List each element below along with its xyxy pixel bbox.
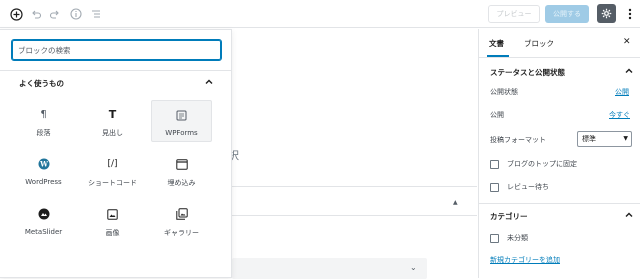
block-label: 画像 [105,229,120,237]
block-item-embed[interactable]: 埋め込み [151,150,212,192]
publish-label: 公開 [490,111,504,119]
divider [0,70,232,71]
chevron-down-icon: ▼ [623,135,628,142]
undo-icon[interactable] [28,6,44,22]
block-search-field[interactable] [11,39,222,61]
embed-icon [175,157,189,171]
wpforms-icon [175,108,189,122]
block-item-metaslider[interactable]: MetaSlider [13,200,74,242]
chevron-up-icon[interactable] [624,210,634,220]
block-label: ショートコード [88,179,137,187]
editor-select[interactable] [232,258,427,279]
publish-button[interactable]: 公開する [545,5,589,23]
block-item-shortcode[interactable]: [/] ショートコード [82,150,143,192]
block-label: 段落 [36,129,51,137]
block-label: 見出し [102,129,123,137]
gallery-icon [175,207,189,221]
editor-toolbar: プレビュー 公開する [0,0,640,28]
pending-review-label: レビュー待ち [507,183,549,191]
add-block-icon[interactable] [8,6,24,22]
block-label: ギャラリー [164,229,199,237]
section-title-frequently-used[interactable]: よく使うもの [19,78,64,89]
add-new-category-link[interactable]: 新規カテゴリーを追加 [490,255,560,265]
panel-title-categories[interactable]: カテゴリー [490,211,528,222]
sticky-label: ブログのトップに固定 [507,160,577,168]
category-uncategorized-checkbox[interactable] [490,233,499,243]
shortcode-icon: [/] [107,159,118,169]
block-label: MetaSlider [24,228,63,236]
redo-icon[interactable] [47,6,63,22]
block-item-image[interactable]: 画像 [82,200,143,242]
tab-block[interactable]: ブロック [524,38,554,49]
block-search-input[interactable] [12,40,221,60]
block-item-paragraph[interactable]: ¶ 段落 [13,100,74,142]
tab-document[interactable]: 文書 [489,38,504,49]
category-uncategorized-row[interactable]: 未分類 [490,233,528,243]
visibility-label: 公開状態 [490,88,518,96]
publish-date-link[interactable]: 今すぐ [609,110,630,120]
preview-button[interactable]: プレビュー [488,5,540,23]
active-tab-indicator [487,55,509,57]
chevron-up-icon[interactable]: ▲ [453,199,458,206]
heading-icon: T [108,107,117,121]
post-format-select[interactable]: 標準 ▼ [577,131,632,147]
chevron-down-icon: ⌄ [410,263,417,272]
sidebar-tabs: 文書 ブロック ✕ [479,29,640,58]
svg-text:W: W [39,160,48,169]
sticky-checkbox-row[interactable]: ブログのトップに固定 [490,159,577,169]
block-label: WordPress [25,178,62,186]
settings-sidebar: 文書 ブロック ✕ ステータスと公開状態 公開状態 公開 公開 今すぐ 投稿フォ… [478,29,640,278]
gear-icon[interactable] [597,4,616,23]
metaslider-icon [37,207,51,221]
post-format-label: 投稿フォーマット [490,136,546,144]
sticky-checkbox[interactable] [490,159,499,169]
pending-review-checkbox[interactable] [490,182,499,192]
chevron-up-icon[interactable] [204,77,214,87]
more-vertical-icon[interactable] [622,6,638,22]
pending-review-checkbox-row[interactable]: レビュー待ち [490,182,549,192]
close-icon[interactable]: ✕ [623,37,631,47]
image-icon [106,207,120,221]
list-view-icon[interactable] [88,6,104,22]
post-format-value: 標準 [582,135,596,143]
paragraph-icon: ¶ [40,108,47,120]
visibility-link[interactable]: 公開 [615,87,629,97]
wordpress-icon: W [37,157,51,171]
block-item-wpforms[interactable]: WPForms [151,100,212,142]
chevron-up-icon[interactable] [624,66,634,76]
panel-title-status-visibility[interactable]: ステータスと公開状態 [490,67,565,78]
block-inserter-popover: よく使うもの ¶ 段落 T 見出し WPForms W WordPress [/… [0,29,232,278]
category-uncategorized-label: 未分類 [507,234,528,242]
info-icon[interactable] [68,6,84,22]
block-item-heading[interactable]: T 見出し [82,100,143,142]
block-label: 埋め込み [167,179,196,187]
divider [232,186,477,187]
block-label: WPForms [165,129,198,137]
divider [479,203,640,204]
block-item-wordpress[interactable]: W WordPress [13,150,74,192]
divider [232,215,477,216]
block-item-gallery[interactable]: ギャラリー [151,200,212,242]
block-grid: ¶ 段落 T 見出し WPForms W WordPress [/] ショートコ… [13,100,220,242]
